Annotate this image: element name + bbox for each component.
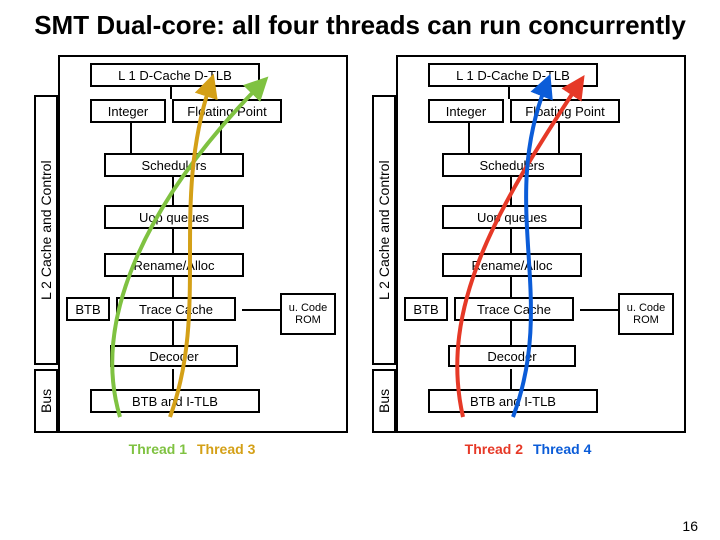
block-trace: Trace Cache <box>454 297 574 321</box>
cores-row: L 2 Cache and Control Bus L 1 D-Cache D-… <box>20 53 700 435</box>
core-1: L 1 D-Cache D-TLB Integer Floating Point… <box>58 55 348 433</box>
core-1-wrap: L 2 Cache and Control Bus L 1 D-Cache D-… <box>32 53 350 435</box>
block-rename: Rename/Alloc <box>104 253 244 277</box>
core-2-wrap: L 2 Cache and Control Bus L 1 D-Cache D-… <box>370 53 688 435</box>
block-fp: Floating Point <box>172 99 282 123</box>
core-2: L 1 D-Cache D-TLB Integer Floating Point… <box>396 55 686 433</box>
thread-1-label: Thread 1 <box>129 441 187 457</box>
block-l1d: L 1 D-Cache D-TLB <box>90 63 260 87</box>
block-ucode: u. Code ROM <box>280 293 336 335</box>
core-1-threads: Thread 1 Thread 3 <box>34 441 350 457</box>
thread-2-label: Thread 2 <box>465 441 523 457</box>
block-decoder: Decoder <box>110 345 238 367</box>
page-title: SMT Dual-core: all four threads can run … <box>20 10 700 41</box>
block-ucode: u. Code ROM <box>618 293 674 335</box>
block-uop-queues: Uop queues <box>104 205 244 229</box>
block-integer: Integer <box>428 99 504 123</box>
block-decoder: Decoder <box>448 345 576 367</box>
block-btb: BTB <box>66 297 110 321</box>
block-schedulers: Schedulers <box>104 153 244 177</box>
block-itlb: BTB and I-TLB <box>90 389 260 413</box>
thread-3-label: Thread 3 <box>197 441 255 457</box>
block-integer: Integer <box>90 99 166 123</box>
core-2-sidebar: L 2 Cache and Control Bus <box>372 55 396 433</box>
block-fp: Floating Point <box>510 99 620 123</box>
core-2-threads: Thread 2 Thread 4 <box>370 441 686 457</box>
block-schedulers: Schedulers <box>442 153 582 177</box>
block-uop-queues: Uop queues <box>442 205 582 229</box>
thread-4-label: Thread 4 <box>533 441 591 457</box>
page-number: 16 <box>682 518 698 534</box>
core-1-sidebar: L 2 Cache and Control Bus <box>34 55 58 433</box>
block-btb: BTB <box>404 297 448 321</box>
bus-label: Bus <box>34 369 58 433</box>
l2-label: L 2 Cache and Control <box>372 95 396 365</box>
l2-label: L 2 Cache and Control <box>34 95 58 365</box>
block-itlb: BTB and I-TLB <box>428 389 598 413</box>
block-rename: Rename/Alloc <box>442 253 582 277</box>
block-trace: Trace Cache <box>116 297 236 321</box>
bus-label: Bus <box>372 369 396 433</box>
block-l1d: L 1 D-Cache D-TLB <box>428 63 598 87</box>
